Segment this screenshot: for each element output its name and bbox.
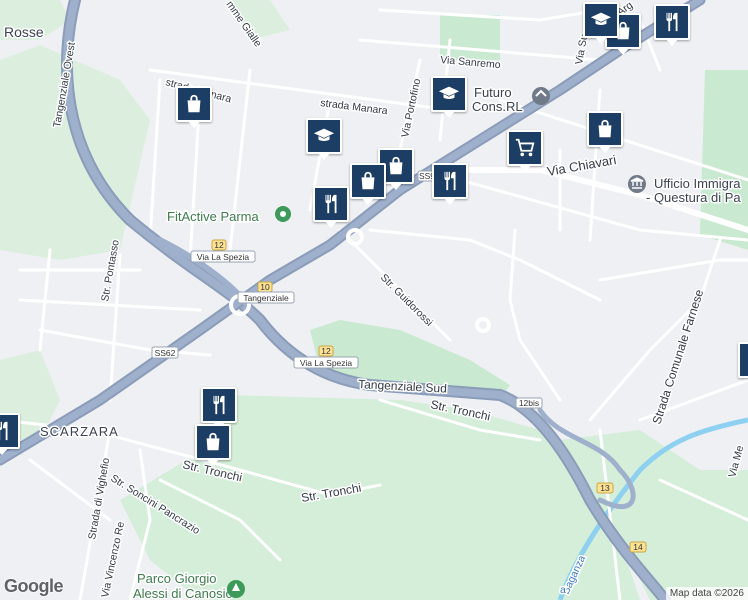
label-parco-line2: Alessi di Canosio <box>133 586 233 600</box>
label-strada-di-vighefio: Strada di Vighefio <box>86 457 112 541</box>
google-logo: Google <box>4 576 64 596</box>
label-cons-rl: Cons.RL <box>472 99 523 114</box>
route-shield-via-la-spezia-north: Via La Spezia <box>190 250 256 263</box>
marker-shopping-6[interactable] <box>195 424 231 470</box>
svg-text:SS62: SS62 <box>155 348 176 358</box>
shopping-cart-icon <box>515 138 535 157</box>
marker-restaurant-3[interactable] <box>654 4 690 50</box>
shopping-bag-icon <box>187 94 201 113</box>
graduation-cap-icon <box>313 128 335 142</box>
fork-knife-icon <box>444 171 456 191</box>
map-canvas[interactable]: SS9 12 Via La Spezia 10 Tangenziale SS62… <box>0 0 748 600</box>
label-via-portofino: Via Portofino <box>399 77 423 138</box>
marker-shopping-3[interactable] <box>350 163 386 209</box>
route-shield-14: 14 <box>629 541 647 553</box>
route-shield-10: 10 <box>257 281 273 293</box>
svg-text:Via La Spezia: Via La Spezia <box>300 358 353 368</box>
shopping-bag-icon <box>361 171 375 190</box>
label-via-vincenzo-re: Via Vincenzo Re <box>99 520 127 598</box>
marker-education-2[interactable] <box>431 76 467 122</box>
route-shield-ss62: SS62 <box>151 346 179 359</box>
label-scarzara: SCARZARA <box>40 424 119 439</box>
label-fitactive-parma: FitActive Parma <box>167 209 260 224</box>
school-poi-icon[interactable] <box>532 87 550 105</box>
svg-text:10: 10 <box>260 282 270 292</box>
fitness-poi-icon[interactable] <box>275 206 291 222</box>
svg-text:Tangenziale: Tangenziale <box>243 293 289 303</box>
svg-text:12: 12 <box>214 240 224 250</box>
graduation-cap-icon <box>590 12 612 26</box>
route-shield-tangenziale: Tangenziale <box>237 291 295 304</box>
svg-text:12bis: 12bis <box>519 398 539 408</box>
svg-text:Via La Spezia: Via La Spezia <box>197 252 250 262</box>
marker-education-3[interactable] <box>583 2 619 48</box>
marker-shopping-1[interactable] <box>176 86 212 132</box>
label-parco-line1: Parco Giorgio <box>137 571 216 586</box>
label-questura: - Questura di Pa <box>646 190 741 205</box>
label-ena: a <box>560 584 566 596</box>
marker-partial-right[interactable] <box>738 342 748 388</box>
shopping-bag-icon <box>389 156 403 175</box>
route-shield-13: 13 <box>596 482 614 494</box>
route-shield-12bis: 12bis <box>515 397 543 409</box>
marker-shopping-cart[interactable] <box>507 130 543 176</box>
svg-text:13: 13 <box>600 483 610 493</box>
shopping-bag-icon <box>598 119 612 138</box>
label-futuro: Futuro <box>474 85 512 100</box>
fork-knife-icon <box>0 421 8 441</box>
route-shield-via-la-spezia-south: Via La Spezia <box>293 356 359 369</box>
svg-text:12: 12 <box>321 346 331 356</box>
map-data-attribution[interactable]: Map data ©2026 <box>665 587 748 600</box>
svg-text:14: 14 <box>633 542 643 552</box>
shopping-bag-icon <box>206 432 220 451</box>
government-poi-icon[interactable] <box>628 175 646 193</box>
marker-education-1[interactable] <box>306 118 342 164</box>
graduation-cap-icon <box>438 86 460 100</box>
label-ufficio-immigrazione: Ufficio Immigra <box>654 176 741 191</box>
park-poi-icon[interactable] <box>227 580 245 598</box>
label-str-guidorossi: Str. Guidorossi <box>378 272 435 329</box>
marker-restaurant-5[interactable] <box>0 413 20 459</box>
fork-knife-icon <box>325 194 337 214</box>
marker-restaurant-1[interactable] <box>313 186 349 232</box>
route-shield-12-north: 12 <box>211 239 227 251</box>
park-areas <box>0 0 748 600</box>
marker-restaurant-2[interactable] <box>432 163 468 209</box>
route-shield-12-south: 12 <box>318 345 334 357</box>
marker-shopping-4[interactable] <box>587 111 623 157</box>
fork-knife-icon <box>666 12 678 32</box>
fork-knife-icon <box>213 395 225 415</box>
label-rosse: Rosse <box>4 24 44 40</box>
